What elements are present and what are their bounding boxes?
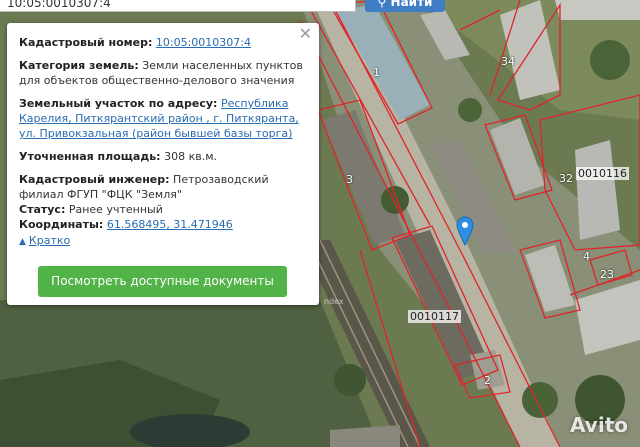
search-button[interactable]: ⚲ Найти (365, 0, 445, 12)
area-label: Уточненная площадь: (19, 150, 161, 163)
building-label: 2 (484, 374, 491, 387)
search-input[interactable] (0, 0, 356, 12)
close-icon[interactable]: ✕ (299, 26, 312, 42)
cadastral-number-label: Кадастровый номер: (19, 36, 153, 49)
search-bar: ⚲ Найти (0, 0, 640, 12)
chevron-up-icon: ▲ (19, 237, 26, 247)
land-category-label: Категория земель: (19, 59, 139, 72)
parcel-label: 0010116 (576, 167, 629, 180)
address-label: Земельный участок по адресу: (19, 97, 218, 110)
building-label: 3 (346, 173, 353, 186)
yandex-mark: ndex (324, 297, 344, 306)
search-icon: ⚲ (377, 0, 387, 9)
parcel-info-popup: ✕ Кадастровый номер: 10:05:0010307:4 Кат… (7, 23, 319, 305)
brief-link[interactable]: Кратко (29, 233, 70, 248)
parcel-label: 0010117 (408, 310, 461, 323)
engineer-label: Кадастровый инженер: (19, 173, 170, 186)
area-value: 308 кв.м. (164, 150, 217, 163)
coordinates-link[interactable]: 61.568495, 31.471946 (107, 218, 233, 231)
building-label: 1 (373, 66, 380, 79)
status-label: Статус: (19, 203, 66, 216)
avito-watermark: Avito (570, 413, 628, 437)
building-label: 32 (559, 172, 573, 185)
coordinates-label: Координаты: (19, 218, 104, 231)
location-marker-icon[interactable] (456, 216, 474, 246)
building-label: 23 (600, 268, 614, 281)
search-button-label: Найти (390, 0, 433, 9)
building-label: 4 (583, 250, 590, 263)
view-documents-button[interactable]: Посмотреть доступные документы (38, 266, 287, 297)
cadastral-number-link[interactable]: 10:05:0010307:4 (156, 36, 251, 49)
building-label: 34 (501, 55, 515, 68)
status-value: Ранее учтенный (68, 203, 163, 216)
